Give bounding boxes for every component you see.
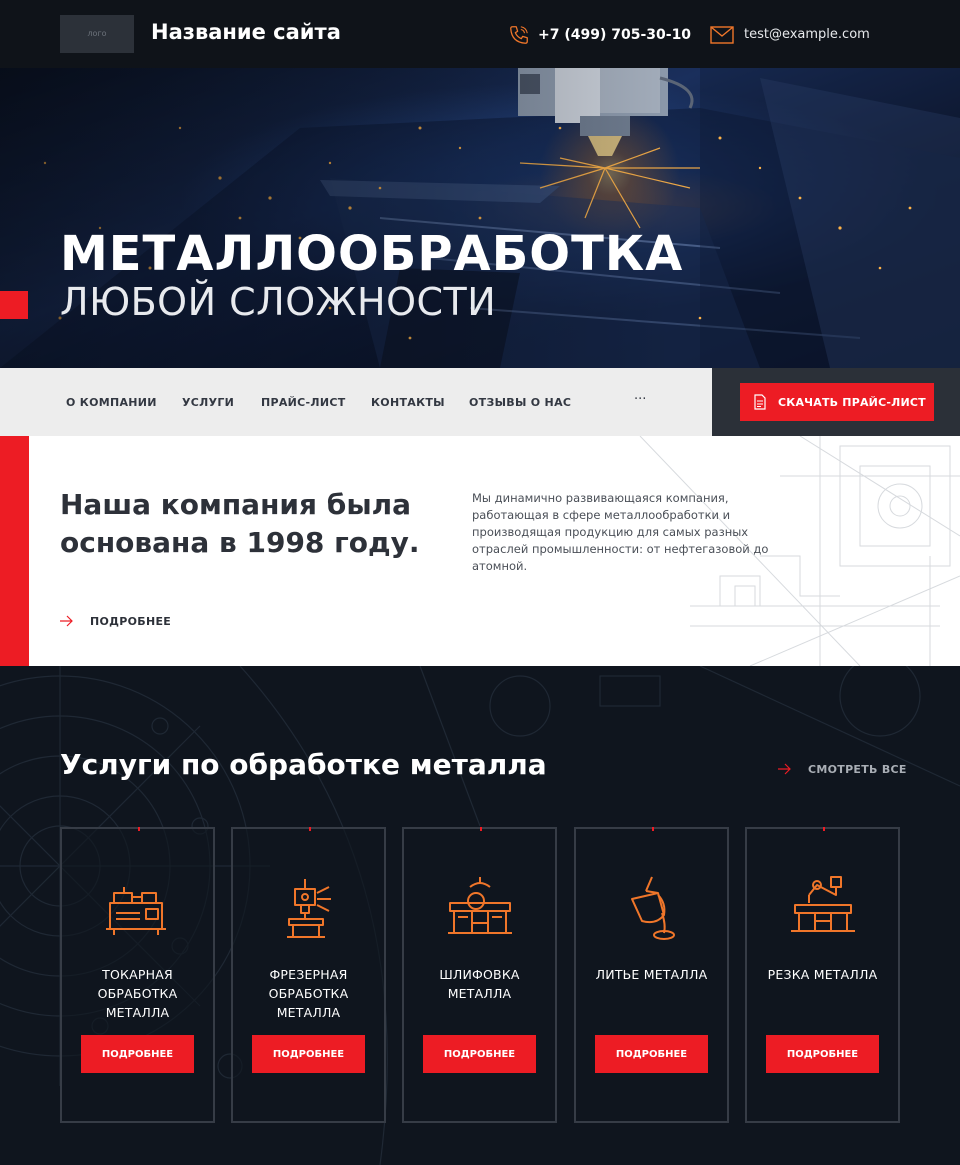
service-card-milling[interactable]: ФРЕЗЕРНАЯ ОБРАБОТКА МЕТАЛЛА ПОДРОБНЕЕ bbox=[231, 827, 386, 1123]
hero-title: МЕТАЛЛООБРАБОТКА bbox=[60, 226, 684, 282]
download-button-label: СКАЧАТЬ ПРАЙС-ЛИСТ bbox=[778, 396, 926, 409]
card-accent-tick bbox=[309, 827, 311, 831]
service-card-lathe[interactable]: ТОКАРНАЯ ОБРАБОТКА МЕТАЛЛА ПОДРОБНЕЕ bbox=[60, 827, 215, 1123]
mail-icon bbox=[710, 26, 734, 44]
services-section: Услуги по обработке металла СМОТРЕТЬ ВСЕ bbox=[0, 666, 960, 1165]
service-card-grinding[interactable]: ШЛИФОВКА МЕТАЛЛА ПОДРОБНЕЕ bbox=[402, 827, 557, 1123]
main-navigation: О КОМПАНИИ УСЛУГИ ПРАЙС-ЛИСТ КОНТАКТЫ ОТ… bbox=[0, 368, 712, 436]
site-name[interactable]: Название сайта bbox=[151, 20, 341, 44]
email-address[interactable]: test@example.com bbox=[744, 27, 870, 42]
nav-item-services[interactable]: УСЛУГИ bbox=[182, 396, 234, 409]
service-name: ЛИТЬЕ МЕТАЛЛА bbox=[595, 967, 708, 982]
services-title: Услуги по обработке металла bbox=[60, 748, 547, 781]
about-description: Мы динамично развивающаяся компания, раб… bbox=[472, 491, 769, 573]
service-card-cutting[interactable]: РЕЗКА МЕТАЛЛА ПОДРОБНЕЕ bbox=[745, 827, 900, 1123]
service-more-button[interactable]: ПОДРОБНЕЕ bbox=[766, 1035, 879, 1073]
site-header: лого Название сайта +7 (499) 705-30-10 t… bbox=[0, 0, 960, 68]
see-all-label: СМОТРЕТЬ ВСЕ bbox=[808, 763, 907, 776]
about-section: Наша компания была основана в 1998 году.… bbox=[0, 436, 960, 666]
service-name: РЕЗКА МЕТАЛЛА bbox=[767, 967, 878, 982]
nav-item-reviews[interactable]: ОТЗЫВЫ О НАС bbox=[469, 396, 571, 409]
service-more-button[interactable]: ПОДРОБНЕЕ bbox=[423, 1035, 536, 1073]
nav-more-menu[interactable]: ··· bbox=[634, 392, 646, 407]
casting-ladle-icon bbox=[631, 876, 675, 940]
about-more-label: ПОДРОБНЕЕ bbox=[90, 615, 172, 628]
service-more-button[interactable]: ПОДРОБНЕЕ bbox=[252, 1035, 365, 1073]
card-accent-tick bbox=[652, 827, 654, 831]
nav-item-contacts[interactable]: КОНТАКТЫ bbox=[371, 396, 445, 409]
hero-banner: МЕТАЛЛООБРАБОТКА ЛЮБОЙ СЛОЖНОСТИ bbox=[0, 68, 960, 368]
hero-subtitle: ЛЮБОЙ СЛОЖНОСТИ bbox=[60, 280, 497, 324]
card-accent-tick bbox=[480, 827, 482, 831]
nav-item-price-list[interactable]: ПРАЙС-ЛИСТ bbox=[261, 396, 346, 409]
milling-machine-icon bbox=[287, 879, 331, 938]
service-card-casting[interactable]: ЛИТЬЕ МЕТАЛЛА ПОДРОБНЕЕ bbox=[574, 827, 729, 1123]
phone-number[interactable]: +7 (499) 705-30-10 bbox=[538, 27, 691, 43]
service-name: ШЛИФОВКА МЕТАЛЛА bbox=[439, 967, 520, 1001]
arrow-right-icon bbox=[60, 615, 73, 627]
phone-icon bbox=[510, 26, 528, 44]
about-title: Наша компания была основана в 1998 году. bbox=[60, 488, 420, 559]
lathe-icon bbox=[106, 887, 166, 935]
service-name: ФРЕЗЕРНАЯ ОБРАБОТКА МЕТАЛЛА bbox=[268, 967, 349, 1020]
download-price-list-button[interactable]: СКАЧАТЬ ПРАЙС-ЛИСТ bbox=[740, 383, 934, 421]
service-name: ТОКАРНАЯ ОБРАБОТКА МЕТАЛЛА bbox=[97, 967, 178, 1020]
arrow-right-icon bbox=[778, 763, 791, 775]
service-more-button[interactable]: ПОДРОБНЕЕ bbox=[595, 1035, 708, 1073]
card-accent-tick bbox=[823, 827, 825, 831]
site-logo[interactable]: лого bbox=[60, 15, 134, 53]
robotic-cutter-icon bbox=[791, 876, 855, 932]
hero-accent-square bbox=[0, 291, 28, 319]
nav-item-about[interactable]: О КОМПАНИИ bbox=[66, 396, 157, 409]
about-accent-bar bbox=[0, 436, 29, 666]
grinding-machine-icon bbox=[448, 877, 512, 934]
service-more-button[interactable]: ПОДРОБНЕЕ bbox=[81, 1035, 194, 1073]
card-accent-tick bbox=[138, 827, 140, 831]
document-icon bbox=[754, 394, 766, 410]
